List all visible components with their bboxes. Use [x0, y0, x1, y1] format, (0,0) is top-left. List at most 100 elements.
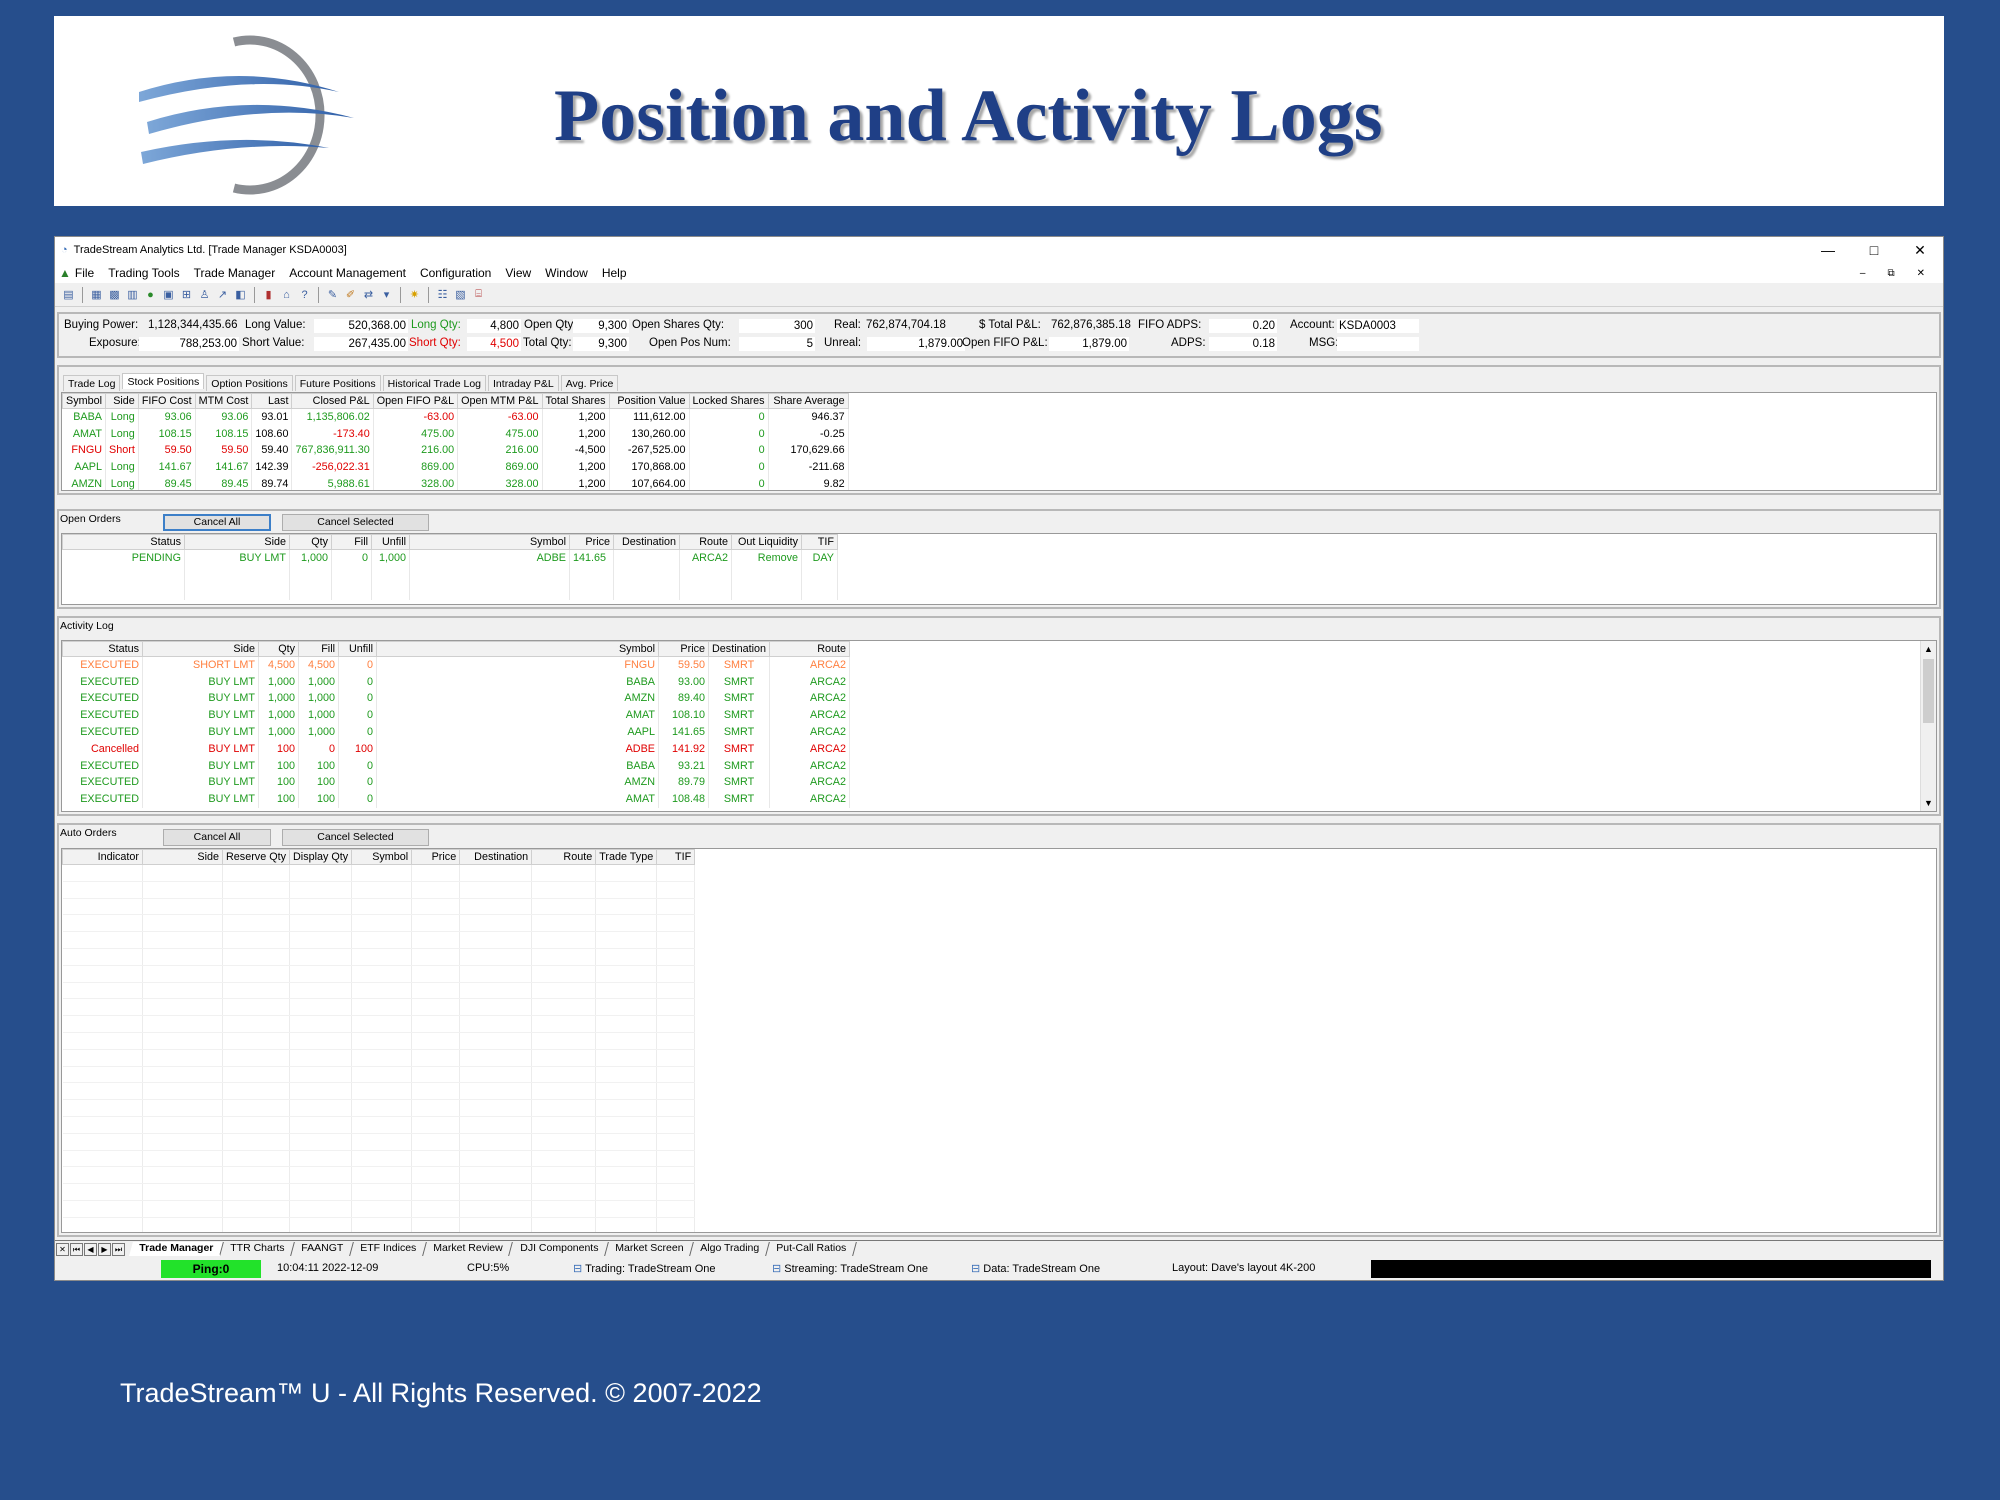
auto-cancel-all-button[interactable]: Cancel All [163, 829, 271, 846]
menu-configuration[interactable]: Configuration [420, 266, 491, 280]
pencil-icon[interactable]: ✐ [343, 287, 358, 302]
column-header[interactable]: Total Shares [541, 393, 610, 409]
column-header[interactable]: Fill [298, 641, 339, 657]
column-header[interactable]: Status [62, 534, 185, 550]
table-row[interactable]: EXECUTED BUY LMT 1,000 1,000 0 AMZN 89.40 SMRT A… [62, 690, 851, 707]
first-sheet-icon[interactable]: ⏮ [70, 1242, 83, 1256]
column-header[interactable]: Closed P&L [291, 393, 374, 409]
column-header[interactable]: Side [105, 393, 139, 409]
minimize-button[interactable]: — [1805, 242, 1851, 259]
tab-avg-price[interactable]: Avg. Price [560, 375, 619, 391]
table-row[interactable]: EXECUTED BUY LMT 1,000 1,000 0 BABA 93.00 SMRT A… [62, 673, 851, 691]
column-header[interactable]: Side [142, 849, 223, 865]
table-row[interactable]: FNGU Short 59.50 59.50 59.40 767,836,911.30 21… [62, 442, 849, 459]
table-icon[interactable]: ▥ [125, 287, 140, 302]
column-header[interactable]: Reserve Qty [222, 849, 290, 865]
report-icon[interactable]: ▧ [453, 287, 468, 302]
table-row[interactable]: BABA Long 93.06 93.06 93.01 1,135,806.02 -63.0… [62, 408, 849, 426]
column-header[interactable]: Display Qty [288, 849, 353, 865]
column-header[interactable]: Destination [613, 534, 680, 550]
sun-icon[interactable]: ✷ [407, 287, 422, 302]
grid-icon[interactable]: ▩ [107, 287, 122, 302]
sheet-tab[interactable]: ETF Indices [350, 1242, 428, 1256]
scroll-thumb[interactable] [1923, 659, 1934, 723]
table-row[interactable]: EXECUTED BUY LMT 1,000 1,000 0 AMAT 108.10 SMRT… [62, 706, 851, 724]
mdi-close-button[interactable]: ✕ [1917, 268, 1925, 279]
chart-icon[interactable]: ▦ [89, 287, 104, 302]
column-header[interactable]: Symbol [409, 534, 570, 550]
sheet-tab[interactable]: Trade Manager [129, 1242, 225, 1256]
help-icon[interactable]: ? [297, 287, 312, 302]
menu-window[interactable]: Window [545, 266, 588, 280]
column-header[interactable]: Destination [459, 849, 533, 865]
column-header[interactable]: Route [769, 641, 851, 657]
table-row[interactable]: AMZN Long 89.45 89.45 89.74 5,988.61 328.00 328… [62, 475, 849, 490]
column-header[interactable]: Symbol [376, 641, 659, 657]
sheet-tab[interactable]: DJI Components [509, 1242, 609, 1256]
table-row[interactable]: EXECUTED BUY LMT 100 100 0 AMZN 89.79 SMRT ARCA2 [62, 774, 851, 791]
sheet-tab[interactable]: TTR Charts [220, 1242, 296, 1256]
activity-log-scrollbar[interactable]: ▲ ▼ [1920, 641, 1936, 811]
tab-intraday-pl[interactable]: Intraday P&L [488, 375, 559, 391]
tools-icon[interactable]: ✎ [325, 287, 340, 302]
prev-sheet-icon[interactable]: ◀ [84, 1242, 97, 1256]
column-header[interactable]: Route [531, 849, 597, 865]
column-header[interactable]: Symbol [351, 849, 413, 865]
column-header[interactable]: Trade Type [595, 849, 658, 865]
column-header[interactable]: Open MTM P&L [457, 393, 543, 409]
column-header[interactable]: Share Average [767, 393, 849, 409]
menu-account-management[interactable]: Account Management [289, 266, 406, 280]
mdi-restore-button[interactable]: ⧉ [1887, 268, 1894, 279]
user-icon[interactable]: ♙ [197, 287, 212, 302]
column-header[interactable]: Indicator [62, 849, 143, 865]
filter-icon[interactable]: ◧ [233, 287, 248, 302]
close-sheet-icon[interactable]: ✕ [56, 1242, 69, 1256]
last-sheet-icon[interactable]: ⏭ [112, 1242, 125, 1256]
column-header[interactable]: Locked Shares [688, 393, 769, 409]
column-header[interactable]: Open FIFO P&L [372, 393, 459, 409]
table-row[interactable]: PENDING BUY LMT 1,000 0 1,000 ADBE 141.65 ARCA2… [62, 549, 838, 567]
menu-file[interactable]: File [75, 266, 94, 280]
trend-icon[interactable]: ↗ [215, 287, 230, 302]
cancel-selected-button[interactable]: Cancel Selected [282, 514, 429, 531]
column-header[interactable]: Position Value [608, 393, 690, 409]
auto-cancel-selected-button[interactable]: Cancel Selected [282, 829, 429, 846]
document-icon[interactable]: ▤ [61, 287, 76, 302]
scroll-up-icon[interactable]: ▲ [1921, 641, 1936, 657]
column-header[interactable]: MTM Cost [194, 393, 253, 409]
column-header[interactable]: Symbol [62, 393, 107, 409]
column-header[interactable]: Qty [258, 641, 299, 657]
calculator-icon[interactable]: ▣ [161, 287, 176, 302]
book-icon[interactable]: ▮ [261, 287, 276, 302]
column-header[interactable]: Route [679, 534, 732, 550]
column-header[interactable]: TIF [656, 849, 696, 865]
table-row[interactable]: AMAT Long 108.15 108.15 108.60 -173.40 475.00 4… [62, 425, 849, 443]
menu-help[interactable]: Help [602, 266, 627, 280]
globe-icon[interactable]: ● [143, 287, 158, 302]
close-button[interactable]: ✕ [1897, 242, 1943, 259]
column-header[interactable]: Destination [707, 641, 771, 657]
table-row[interactable]: EXECUTED BUY LMT 100 100 0 AMAT 108.48 SMRT ARCA… [62, 790, 851, 808]
column-header[interactable]: Side [142, 641, 259, 657]
column-header[interactable]: Out Liquidity [731, 534, 802, 550]
column-header[interactable]: Fill [331, 534, 372, 550]
column-header[interactable]: Side [184, 534, 290, 550]
home-icon[interactable]: ⌂ [279, 287, 294, 302]
sheet-tab[interactable]: Put-Call Ratios [766, 1242, 858, 1256]
menu-trading-tools[interactable]: Trading Tools [108, 266, 179, 280]
list-icon[interactable]: ☷ [435, 287, 450, 302]
table-row[interactable]: EXECUTED BUY LMT 100 100 0 BABA 93.21 SMRT ARCA2 [62, 757, 851, 775]
table-row[interactable]: Cancelled BUY LMT 100 0 100 ADBE 141.92 SMRT ARC… [62, 740, 851, 758]
tab-historical-trade-log[interactable]: Historical Trade Log [382, 375, 487, 391]
column-header[interactable]: Price [569, 534, 614, 550]
next-sheet-icon[interactable]: ▶ [98, 1242, 111, 1256]
sheet-tab[interactable]: Market Screen [605, 1242, 695, 1256]
chevron-down-icon[interactable]: ▾ [379, 287, 394, 302]
sheet-tab[interactable]: Market Review [423, 1242, 514, 1256]
cancel-all-button[interactable]: Cancel All [163, 514, 271, 531]
tab-option-positions[interactable]: Option Positions [206, 375, 293, 391]
column-header[interactable]: Status [62, 641, 143, 657]
column-header[interactable]: FIFO Cost [137, 393, 196, 409]
menu-view[interactable]: View [505, 266, 531, 280]
mdi-minimize-button[interactable]: – [1860, 268, 1866, 279]
